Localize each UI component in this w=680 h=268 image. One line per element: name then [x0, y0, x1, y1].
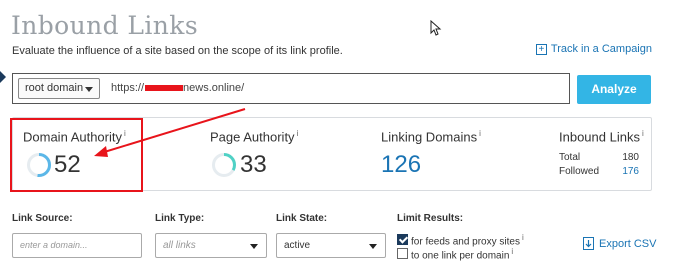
- page-subtitle: Evaluate the influence of a site based o…: [12, 45, 343, 57]
- info-icon[interactable]: i: [522, 233, 524, 242]
- track-in-campaign-label: Track in a Campaign: [550, 43, 652, 55]
- link-state-label: Link State:: [276, 213, 328, 224]
- download-icon: [583, 237, 594, 250]
- scope-dropdown-value: root domain: [25, 82, 84, 94]
- link-source-label: Link Source:: [12, 213, 73, 224]
- one-link-per-domain-checkbox[interactable]: [397, 248, 408, 259]
- export-csv-link[interactable]: Export CSV: [583, 237, 656, 250]
- page-authority-label: Page Authority i: [210, 129, 299, 145]
- link-state-dropdown[interactable]: active: [276, 233, 386, 258]
- link-source-placeholder: enter a domain...: [20, 240, 88, 250]
- track-in-campaign-link[interactable]: + Track in a Campaign: [535, 43, 652, 55]
- page-authority-value: 33: [240, 151, 267, 178]
- url-suffix: news.online/: [183, 82, 245, 94]
- mouse-cursor-icon: [430, 20, 442, 36]
- inbound-links-label: Inbound Links i: [559, 129, 644, 145]
- chevron-down-icon: [85, 87, 93, 92]
- limit-results-label: Limit Results:: [397, 213, 464, 224]
- one-link-per-domain-label: to one link per domain i: [411, 247, 514, 262]
- redaction-mark: [145, 85, 184, 91]
- inbound-followed-value[interactable]: 176: [609, 166, 639, 177]
- link-source-input[interactable]: enter a domain...: [12, 233, 142, 258]
- link-state-value: active: [284, 240, 311, 251]
- linking-domains-label: Linking Domains i: [381, 129, 481, 145]
- link-type-label: Link Type:: [155, 213, 205, 224]
- annotation-highlight-box: [10, 118, 143, 192]
- inbound-total-label: Total: [559, 152, 581, 163]
- search-bar: root domain https:// news.online/ ​: [12, 73, 570, 104]
- info-icon[interactable]: i: [479, 129, 481, 138]
- plus-box-icon: +: [535, 43, 547, 55]
- page-title: Inbound Links: [11, 11, 199, 40]
- chevron-down-icon: [250, 244, 258, 249]
- info-icon[interactable]: i: [642, 129, 644, 138]
- linking-domains-value[interactable]: 126: [381, 151, 421, 179]
- inbound-followed-label: Followed: [559, 166, 600, 177]
- feeds-proxy-label: for feeds and proxy sites i: [411, 233, 524, 248]
- feeds-proxy-checkbox[interactable]: [397, 234, 408, 245]
- link-type-value: all links: [163, 240, 196, 251]
- nav-marker: [0, 71, 6, 83]
- url-input[interactable]: https:// news.online/: [111, 82, 244, 94]
- url-prefix: https://: [111, 82, 145, 94]
- link-type-dropdown[interactable]: all links: [155, 233, 267, 258]
- export-csv-label: Export CSV: [599, 237, 657, 250]
- page-authority-gauge: [212, 153, 236, 177]
- chevron-down-icon: [369, 244, 377, 249]
- info-icon[interactable]: i: [511, 247, 513, 256]
- scope-dropdown[interactable]: root domain: [18, 78, 100, 99]
- inbound-total-value: 180: [622, 152, 639, 163]
- info-icon[interactable]: i: [297, 129, 299, 138]
- analyze-button[interactable]: Analyze: [577, 75, 651, 104]
